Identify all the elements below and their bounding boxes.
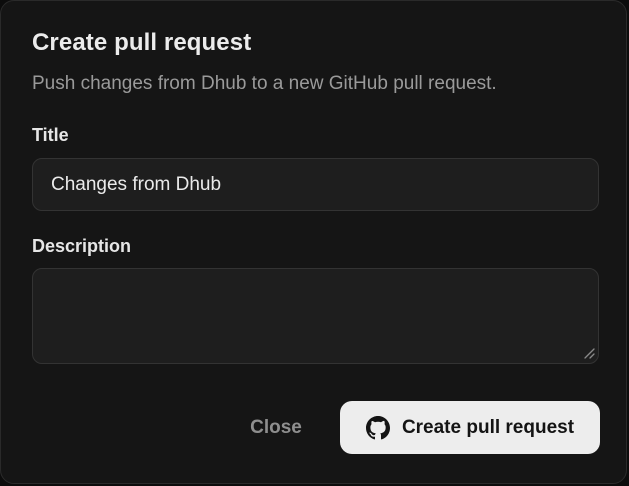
- title-input[interactable]: [32, 158, 599, 211]
- create-button-label: Create pull request: [401, 416, 575, 438]
- create-pull-request-dialog: Create pull request Push changes from Dh…: [0, 0, 627, 484]
- resize-handle-icon[interactable]: [583, 347, 595, 359]
- close-button-label: Close: [250, 417, 302, 438]
- description-textarea[interactable]: [32, 268, 599, 364]
- create-pull-request-button[interactable]: Create pull request: [340, 401, 600, 454]
- description-label: Description: [32, 236, 132, 256]
- dialog-subtitle: Push changes from Dhub to a new GitHub p…: [32, 73, 497, 94]
- close-button[interactable]: Close: [233, 402, 319, 454]
- github-icon: [365, 415, 390, 439]
- title-label: Title: [32, 125, 69, 145]
- dialog-title: Create pull request: [32, 29, 252, 56]
